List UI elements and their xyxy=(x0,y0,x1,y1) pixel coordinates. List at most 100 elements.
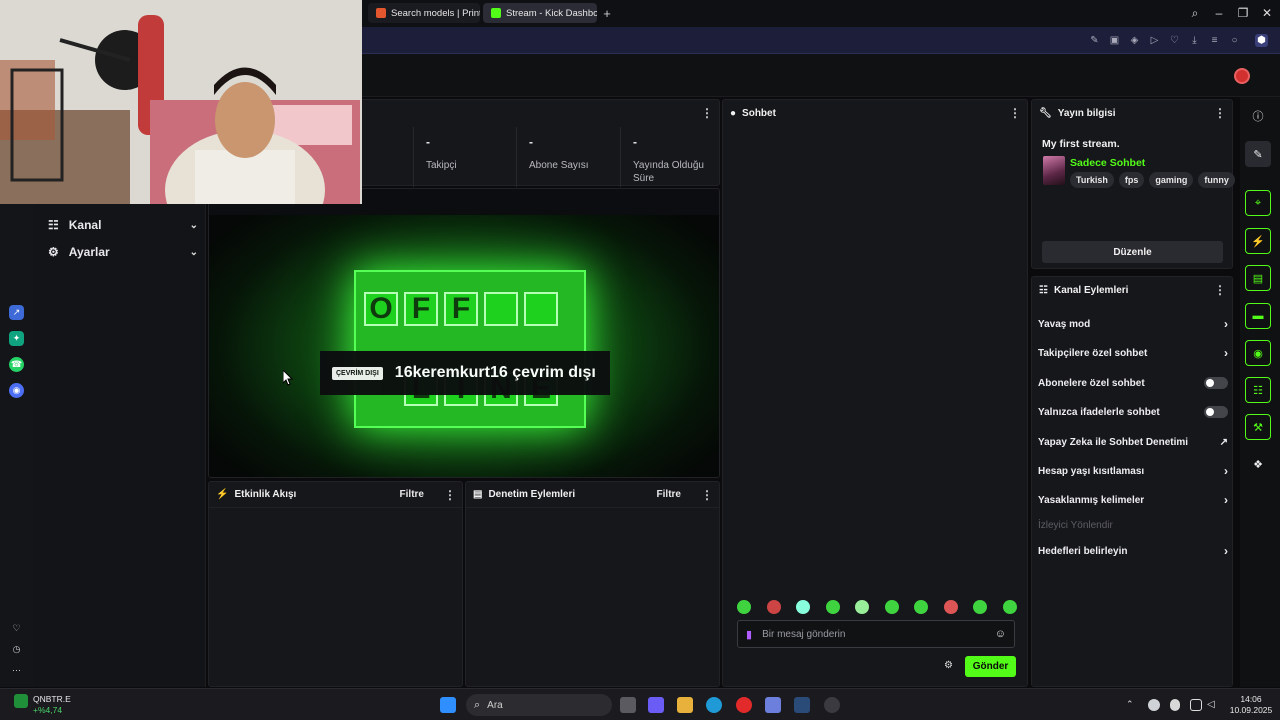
more-icon[interactable]: ⋯ xyxy=(9,663,24,678)
opera-icon[interactable] xyxy=(736,697,752,713)
action-banned-words[interactable]: Yasaklanmış kelimeler › xyxy=(1038,490,1228,510)
store-icon[interactable] xyxy=(765,697,781,713)
maximize-icon[interactable]: ❐ xyxy=(1234,4,1252,22)
gear-icon: ⚙ xyxy=(48,245,59,259)
document-icon[interactable]: ▤ xyxy=(1245,265,1271,291)
more-options-icon[interactable]: ⋮ xyxy=(1009,106,1021,120)
emotes-only-toggle[interactable] xyxy=(1204,406,1228,418)
whatsapp-icon[interactable]: ☎ xyxy=(9,357,24,372)
taskbar-search[interactable]: ⌕ xyxy=(466,694,612,716)
emote-icon[interactable] xyxy=(796,600,811,614)
chevron-right-icon: › xyxy=(1224,346,1228,360)
edge-icon[interactable] xyxy=(706,697,722,713)
history-icon[interactable]: ◷ xyxy=(9,642,24,657)
emote-icon[interactable] xyxy=(884,600,899,614)
focus-icon[interactable]: ⌖ xyxy=(1245,190,1271,216)
offline-board: O F F L I N E xyxy=(354,270,586,428)
close-icon[interactable]: ✕ xyxy=(1258,4,1276,22)
emote-icon[interactable] xyxy=(825,600,840,614)
subscribers-only-toggle[interactable] xyxy=(1204,377,1228,389)
browser-tab-printables[interactable]: Search models | Printables xyxy=(368,3,480,23)
camera-icon[interactable]: ▣ xyxy=(1108,34,1121,47)
action-label: Yavaş mod xyxy=(1038,318,1091,330)
copilot-icon[interactable] xyxy=(648,697,664,713)
action-followers-only[interactable]: Takipçilere özel sohbet › xyxy=(1038,343,1228,363)
chat-icon[interactable]: ▬ xyxy=(1245,303,1271,329)
app-shortcut-icon[interactable]: ↗ xyxy=(9,305,24,320)
gear-icon[interactable]: ⚙ xyxy=(944,660,953,671)
more-options-icon[interactable]: ⋮ xyxy=(701,488,713,502)
windows-taskbar: QNBTR.E +%4,74 ⌕ ⌃ ◁ 14:06 10.09.2025 xyxy=(0,688,1280,720)
file-explorer-icon[interactable] xyxy=(677,697,693,713)
windows-start-icon[interactable] xyxy=(440,697,456,713)
microphone-icon[interactable] xyxy=(1170,699,1180,711)
stream-info-panel: 🔧︎ Yayın bilgisi ⋮ My first stream. Sade… xyxy=(1031,99,1235,269)
volume-icon[interactable]: ◁ xyxy=(1207,699,1219,711)
stream-category[interactable]: Sadece Sohbet xyxy=(1070,157,1145,169)
action-slow-mode[interactable]: Yavaş mod › xyxy=(1038,314,1228,334)
wrench-icon[interactable]: ⚒ xyxy=(1245,414,1271,440)
webcam-overlay xyxy=(0,0,362,204)
emote-icon[interactable] xyxy=(943,600,958,614)
kick-favicon-icon xyxy=(491,8,501,18)
menu-icon[interactable]: ≡ xyxy=(1208,34,1221,47)
play-icon[interactable]: ▷ xyxy=(1148,34,1161,47)
microphone-icon[interactable]: ▮ xyxy=(746,628,752,641)
steam-icon[interactable] xyxy=(794,697,810,713)
profile-icon[interactable]: ○ xyxy=(1228,34,1241,47)
browser-tab-kick-dashboard[interactable]: Stream - Kick Dashboard xyxy=(483,3,597,23)
chat-message-input[interactable] xyxy=(762,628,985,640)
offline-badge: ÇEVRİM DIŞI xyxy=(332,366,383,380)
more-options-icon[interactable]: ⋮ xyxy=(701,106,713,120)
user-avatar[interactable] xyxy=(1234,68,1250,84)
info-icon[interactable]: ⓘ xyxy=(1245,103,1271,129)
shield-icon[interactable]: ◈ xyxy=(1128,34,1141,47)
panel-title: Denetim Eylemleri xyxy=(488,489,576,500)
filter-button[interactable]: Filtre xyxy=(400,489,424,500)
channel-actions-icon[interactable]: ☷ xyxy=(1245,377,1271,403)
taskbar-clock[interactable]: 14:06 10.09.2025 xyxy=(1226,694,1276,716)
extension-icon[interactable]: ⬢ xyxy=(1255,34,1268,47)
emote-icon[interactable] xyxy=(766,600,781,614)
layout-icon[interactable]: ❖ xyxy=(1245,451,1271,477)
emote-icon[interactable] xyxy=(914,600,929,614)
app-circle-icon[interactable]: ◉ xyxy=(9,383,24,398)
opera-gx-icon[interactable] xyxy=(824,697,840,713)
new-tab-button[interactable]: + xyxy=(600,3,614,23)
stock-widget[interactable]: QNBTR.E +%4,74 xyxy=(14,694,71,716)
chevron-up-icon[interactable]: ⌃ xyxy=(1126,699,1138,711)
chatgpt-icon[interactable]: ✦ xyxy=(9,331,24,346)
download-icon[interactable]: ⤓ xyxy=(1188,34,1201,47)
send-button[interactable]: Gönder xyxy=(965,656,1016,677)
broadcast-icon[interactable]: ◉ xyxy=(1245,340,1271,366)
sidebar-item-ayarlar[interactable]: ⚙ Ayarlar ⌄ xyxy=(48,242,198,262)
stock-chart-icon xyxy=(14,694,28,708)
stock-change: +%4,74 xyxy=(33,705,63,715)
search-tabs-icon[interactable]: ⌕ xyxy=(1186,4,1204,22)
pencil-icon[interactable]: ✎ xyxy=(1245,141,1271,167)
more-options-icon[interactable]: ⋮ xyxy=(444,488,456,502)
action-goals[interactable]: Hedefleri belirleyin › xyxy=(1038,541,1228,561)
minimize-icon[interactable]: – xyxy=(1210,4,1228,22)
emote-icon[interactable] xyxy=(737,600,751,614)
heart-icon[interactable]: ♡ xyxy=(1168,34,1181,47)
taskbar-search-input[interactable] xyxy=(487,699,568,711)
more-options-icon[interactable]: ⋮ xyxy=(1214,283,1226,297)
sidebar-item-kanal[interactable]: ☷ Kanal ⌄ xyxy=(48,215,198,235)
lightning-icon[interactable]: ⚡ xyxy=(1245,228,1271,254)
edit-icon[interactable]: ✎ xyxy=(1088,34,1101,47)
action-ai-moderation[interactable]: Yapay Zeka ile Sohbet Denetimi ↗ xyxy=(1038,432,1228,452)
emote-icon[interactable] xyxy=(855,600,870,614)
emoji-icon[interactable]: ☺ xyxy=(995,628,1006,640)
tag: Turkish xyxy=(1070,172,1114,188)
action-account-age[interactable]: Hesap yaşı kısıtlaması › xyxy=(1038,461,1228,481)
edit-button[interactable]: Düzenle xyxy=(1042,241,1223,263)
more-options-icon[interactable]: ⋮ xyxy=(1214,106,1226,120)
heart-icon[interactable]: ♡ xyxy=(9,621,24,636)
emote-icon[interactable] xyxy=(973,600,988,614)
task-view-icon[interactable] xyxy=(620,697,636,713)
cloud-icon[interactable] xyxy=(1148,699,1160,711)
network-icon[interactable] xyxy=(1190,699,1202,711)
filter-button[interactable]: Filtre xyxy=(657,489,681,500)
emote-icon[interactable] xyxy=(1002,600,1017,614)
